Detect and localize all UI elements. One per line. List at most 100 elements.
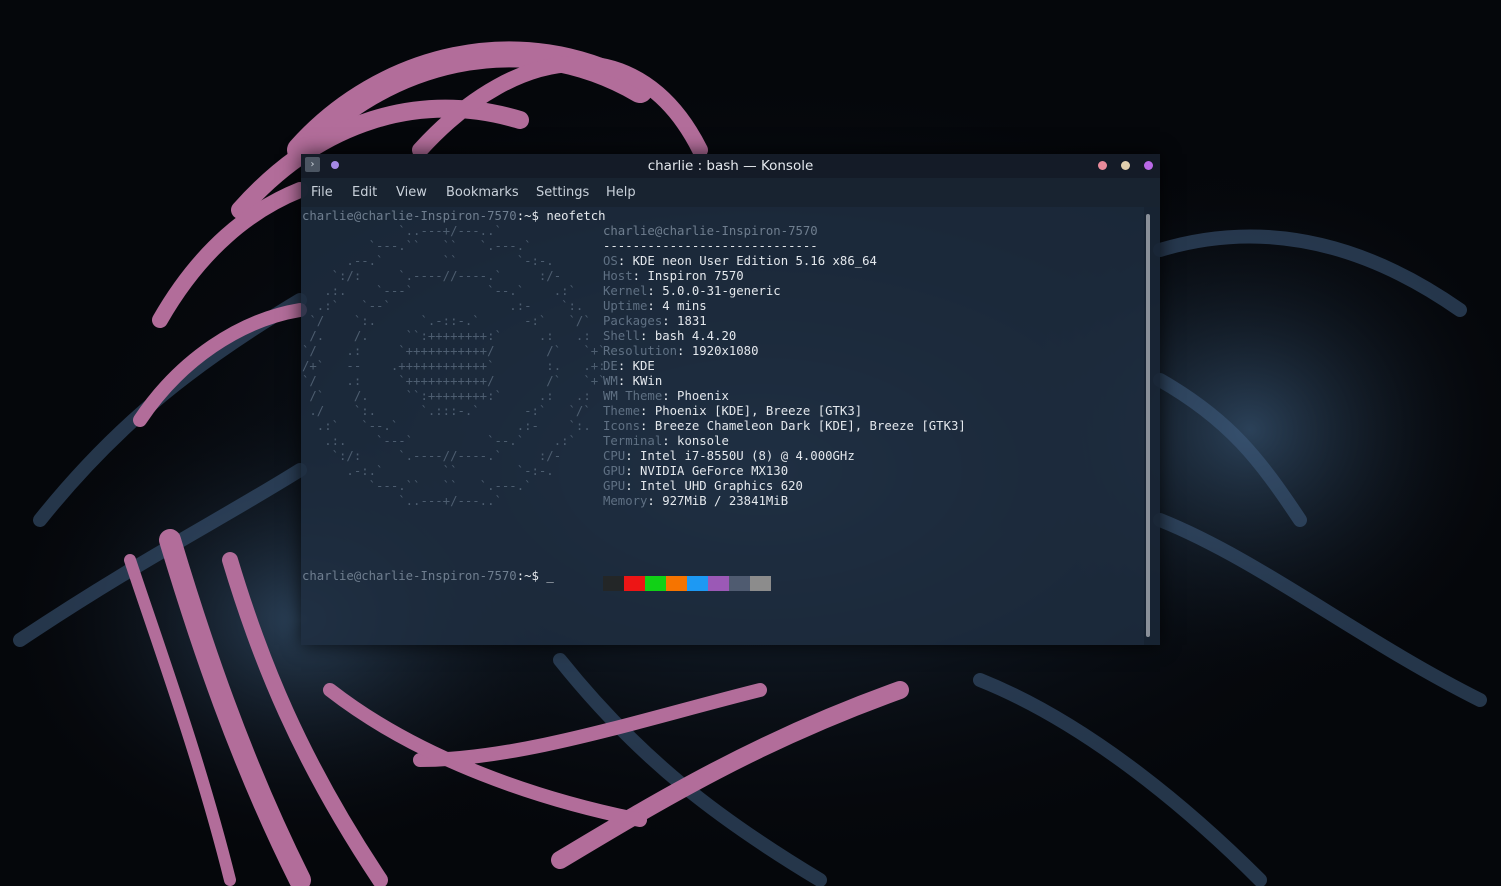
info-colon: :: [647, 299, 663, 313]
palette-swatch: [666, 576, 687, 591]
info-label: Host: [603, 269, 633, 283]
info-value: 927MiB / 23841MiB: [662, 494, 789, 508]
info-row: GPU: Intel UHD Graphics 620: [603, 479, 803, 494]
info-value: KDE: [632, 359, 655, 373]
ascii-logo-row: `..---+/---..`: [302, 494, 502, 508]
info-value: KDE neon User Edition 5.16 x86_64: [632, 254, 877, 268]
prompt-user: charlie@charlie-Inspiron-7570: [302, 569, 517, 583]
palette-swatch: [750, 576, 771, 591]
terminal-view[interactable]: charlie@charlie-Inspiron-7570:~$ neofetc…: [301, 207, 1146, 645]
info-label: WM: [603, 374, 618, 388]
ascii-logo-row: .:. `---` `--.` .:`: [302, 284, 576, 298]
ascii-logo-row: .:` `--` .:- `:.: [302, 299, 584, 313]
info-value: 4 mins: [662, 299, 707, 313]
info-row: Terminal: konsole: [603, 434, 729, 449]
info-value: 1831: [677, 314, 707, 328]
info-label: Theme: [603, 404, 641, 418]
info-label: Icons: [603, 419, 641, 433]
ascii-logo-row: .:. `---` `--.` .:`: [302, 434, 576, 448]
ascii-logo-row: /. /. ``:++++++++:` .: .:: [302, 329, 591, 343]
prompt-line-2: charlie@charlie-Inspiron-7570:~$ _: [302, 569, 554, 584]
info-colon: :: [640, 329, 655, 343]
info-value: Inspiron 7570: [647, 269, 744, 283]
info-value: Intel i7-8550U (8) @ 4.000GHz: [640, 449, 855, 463]
info-row: WM: KWin: [603, 374, 662, 389]
info-label: Kernel: [603, 284, 648, 298]
info-row: DE: KDE: [603, 359, 655, 374]
title-bar[interactable]: › charlie : bash — Konsole: [301, 154, 1160, 178]
menu-bar: File Edit View Bookmarks Settings Help: [301, 178, 1160, 207]
info-colon: :: [647, 494, 663, 508]
info-colon: :: [662, 314, 678, 328]
close-button[interactable]: [1144, 161, 1153, 170]
text-cursor: _: [546, 569, 554, 583]
ascii-logo-row: `/ `:. `.-::-.` -:` `/`: [302, 314, 591, 328]
info-label: DE: [603, 359, 618, 373]
info-header: charlie@charlie-Inspiron-7570: [603, 224, 818, 238]
info-colon: :: [617, 359, 633, 373]
palette-swatch: [603, 576, 624, 591]
info-colon: :: [662, 389, 678, 403]
info-label: GPU: [603, 479, 626, 493]
info-value: Breeze Chameleon Dark [KDE], Breeze [GTK…: [654, 419, 966, 433]
palette-swatch: [645, 576, 666, 591]
info-row: Uptime: 4 mins: [603, 299, 707, 314]
info-row: OS: KDE neon User Edition 5.16 x86_64: [603, 254, 877, 269]
info-colon: :: [632, 269, 648, 283]
info-colon: :: [640, 404, 655, 418]
ascii-logo-row: ./ `:. `.:::-.` -:` `/`: [302, 404, 591, 418]
menu-help[interactable]: Help: [606, 178, 636, 207]
ascii-logo-row: `---.`` `` `.---.`: [302, 479, 532, 493]
palette-swatch: [708, 576, 729, 591]
info-colon: :: [647, 284, 663, 298]
minimize-button[interactable]: [1098, 161, 1107, 170]
info-colon: :: [625, 479, 641, 493]
ascii-logo-row: `---.`` `` `.---.`: [302, 239, 532, 253]
maximize-button[interactable]: [1121, 161, 1130, 170]
info-label: Resolution: [603, 344, 678, 358]
ascii-logo-row: .--.` `` `-:-.: [302, 254, 554, 268]
info-label: Packages: [603, 314, 663, 328]
info-label: GPU: [603, 464, 626, 478]
info-label: Terminal: [603, 434, 663, 448]
info-label: Memory: [603, 494, 648, 508]
info-row: Icons: Breeze Chameleon Dark [KDE], Bree…: [603, 419, 966, 434]
info-value: Intel UHD Graphics 620: [640, 479, 803, 493]
menu-settings[interactable]: Settings: [536, 178, 589, 207]
info-value: Phoenix [KDE], Breeze [GTK3]: [654, 404, 863, 418]
palette-swatch: [729, 576, 750, 591]
info-colon: :: [677, 344, 692, 358]
ascii-logo-row: /` /. ``:++++++++:` .: .:: [302, 389, 591, 403]
info-row: WM Theme: Phoenix: [603, 389, 729, 404]
info-value: NVIDIA GeForce MX130: [640, 464, 789, 478]
ascii-logo-row: /+` -- .++++++++++++` :. .+:: [302, 359, 606, 373]
konsole-window: › charlie : bash — Konsole File Edit Vie…: [301, 154, 1160, 645]
info-label: Shell: [603, 329, 641, 343]
info-row: Theme: Phoenix [KDE], Breeze [GTK3]: [603, 404, 862, 419]
info-value: 1920x1080: [691, 344, 759, 358]
menu-file[interactable]: File: [311, 178, 333, 207]
info-row: Shell: bash 4.4.20: [603, 329, 736, 344]
prompt-suffix: :~$: [516, 569, 539, 583]
info-row: Resolution: 1920x1080: [603, 344, 759, 359]
info-row: Kernel: 5.0.0-31-generic: [603, 284, 781, 299]
info-colon: :: [617, 374, 633, 388]
menu-edit[interactable]: Edit: [352, 178, 377, 207]
palette-swatch: [687, 576, 708, 591]
prompt-line: charlie@charlie-Inspiron-7570:~$ neofetc…: [302, 209, 606, 224]
info-value: KWin: [632, 374, 663, 388]
info-row: Packages: 1831: [603, 314, 707, 329]
info-label: CPU: [603, 449, 626, 463]
info-colon: :: [662, 434, 678, 448]
info-label: WM Theme: [603, 389, 663, 403]
info-label: Uptime: [603, 299, 648, 313]
scrollbar-handle[interactable]: [1146, 214, 1150, 637]
info-separator: -----------------------------: [603, 239, 818, 253]
info-value: bash 4.4.20: [654, 329, 737, 343]
ascii-logo-row: `/ .: `+++++++++++/ /` `+`: [302, 374, 606, 388]
ascii-logo-row: `..---+/---..`: [302, 224, 502, 238]
ascii-logo-row: `:/: `.----//----.` :/-: [302, 269, 562, 283]
info-value: konsole: [677, 434, 729, 448]
menu-bookmarks[interactable]: Bookmarks: [446, 178, 519, 207]
menu-view[interactable]: View: [396, 178, 427, 207]
